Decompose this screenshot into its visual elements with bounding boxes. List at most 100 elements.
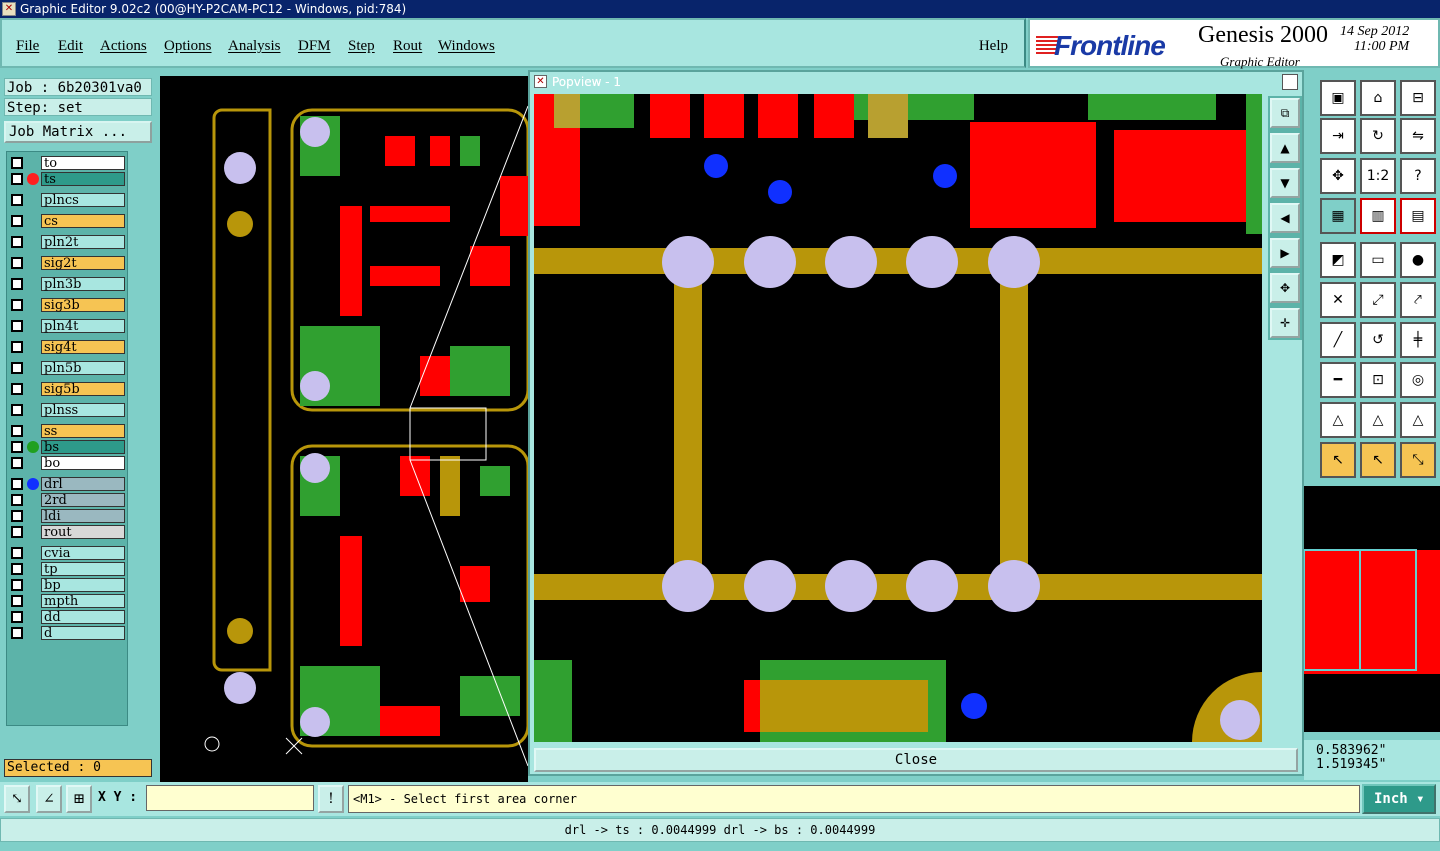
- layer-row[interactable]: pln2t: [9, 235, 127, 249]
- layer-checkbox[interactable]: [11, 547, 23, 559]
- layer-checkbox[interactable]: [11, 362, 23, 374]
- home-icon[interactable]: ⌂: [1360, 80, 1396, 116]
- alert-icon[interactable]: !: [318, 785, 344, 813]
- pan-up-icon[interactable]: ▲: [1270, 133, 1300, 163]
- layer-view-icon[interactable]: ▥: [1360, 198, 1396, 234]
- layer-checkbox[interactable]: [11, 526, 23, 538]
- snap-mode-icon[interactable]: ⤡: [4, 785, 30, 813]
- route-icon[interactable]: ⤤: [1400, 282, 1436, 318]
- pan-left-icon[interactable]: ◀: [1270, 203, 1300, 233]
- grid-icon[interactable]: ▦: [1320, 198, 1356, 234]
- zoom-out-icon[interactable]: ✛: [1270, 308, 1300, 338]
- layer-row[interactable]: pln5b: [9, 361, 127, 375]
- layer-checkbox[interactable]: [11, 215, 23, 227]
- grid-snap-icon[interactable]: ⊞: [66, 785, 92, 813]
- zoom-window-icon[interactable]: ⧉: [1270, 98, 1300, 128]
- layer-row[interactable]: mpth: [9, 594, 127, 608]
- layer-checkbox[interactable]: [11, 425, 23, 437]
- layer-checkbox[interactable]: [11, 157, 23, 169]
- layer-checkbox[interactable]: [11, 579, 23, 591]
- layer-row[interactable]: tp: [9, 562, 127, 576]
- layer-row[interactable]: plncs: [9, 193, 127, 207]
- zoom-in-icon[interactable]: ✥: [1270, 273, 1300, 303]
- minimap[interactable]: [1303, 486, 1440, 732]
- layer-row[interactable]: drl: [9, 477, 127, 491]
- layer-row[interactable]: ss: [9, 424, 127, 438]
- menu-step[interactable]: Step: [348, 38, 375, 55]
- pan-right-icon[interactable]: ▶: [1270, 238, 1300, 268]
- line-icon[interactable]: ╱: [1320, 322, 1356, 358]
- layer-row[interactable]: cs: [9, 214, 127, 228]
- layer-row[interactable]: 2rd: [9, 493, 127, 507]
- layer-row[interactable]: pln3b: [9, 277, 127, 291]
- layer-row[interactable]: bo: [9, 456, 127, 470]
- trace-icon[interactable]: ━: [1320, 362, 1356, 398]
- popview-close-icon[interactable]: ✕: [1282, 74, 1298, 90]
- graphic-canvas[interactable]: [160, 76, 530, 782]
- delete-icon[interactable]: ✕: [1320, 282, 1356, 318]
- layer-checkbox[interactable]: [11, 341, 23, 353]
- unit-selector[interactable]: Inch ▾: [1362, 784, 1436, 814]
- layer-checkbox[interactable]: [11, 299, 23, 311]
- layer-row[interactable]: pln4t: [9, 319, 127, 333]
- rotate-icon[interactable]: ↻: [1360, 118, 1396, 154]
- net-view-icon[interactable]: ▤: [1400, 198, 1436, 234]
- layer-row[interactable]: d: [9, 626, 127, 640]
- layer-checkbox[interactable]: [11, 404, 23, 416]
- angle-mode-icon[interactable]: ∠: [36, 785, 62, 813]
- layer-row[interactable]: cvia: [9, 546, 127, 560]
- menu-actions[interactable]: Actions: [100, 38, 147, 55]
- connect-icon[interactable]: ⤢: [1360, 282, 1396, 318]
- layer-checkbox[interactable]: [11, 457, 23, 469]
- layer-checkbox[interactable]: [11, 320, 23, 332]
- save-icon[interactable]: ▣: [1320, 80, 1356, 116]
- job-matrix-button[interactable]: Job Matrix ...: [4, 121, 152, 143]
- menu-windows[interactable]: Windows: [438, 38, 495, 55]
- menu-analysis[interactable]: Analysis: [228, 38, 281, 55]
- arc-icon[interactable]: ↺: [1360, 322, 1396, 358]
- layer-row[interactable]: dd: [9, 610, 127, 624]
- layer-row[interactable]: sig3b: [9, 298, 127, 312]
- mirror-icon[interactable]: ⇋: [1400, 118, 1436, 154]
- layer-checkbox[interactable]: [11, 236, 23, 248]
- snap-icon[interactable]: ⤡: [1400, 442, 1436, 478]
- layer-checkbox[interactable]: [11, 595, 23, 607]
- component-icon[interactable]: ⊡: [1360, 362, 1396, 398]
- layer-checkbox[interactable]: [11, 494, 23, 506]
- layer-row[interactable]: rout: [9, 525, 127, 539]
- menu-help[interactable]: Help: [979, 38, 1008, 55]
- menu-edit[interactable]: Edit: [58, 38, 83, 55]
- ruler-icon[interactable]: ▭: [1360, 242, 1396, 278]
- xy-input[interactable]: [146, 785, 314, 811]
- menu-options[interactable]: Options: [164, 38, 212, 55]
- select-icon[interactable]: ↖: [1320, 442, 1356, 478]
- shapes-icon[interactable]: ◎: [1400, 362, 1436, 398]
- pad-icon[interactable]: ●: [1400, 242, 1436, 278]
- layer-checkbox[interactable]: [11, 627, 23, 639]
- scale-icon[interactable]: 1:2: [1360, 158, 1396, 194]
- layer-row[interactable]: bs: [9, 440, 127, 454]
- layer-row[interactable]: sig2t: [9, 256, 127, 270]
- dim-icon-c[interactable]: △: [1400, 402, 1436, 438]
- layer-checkbox[interactable]: [11, 383, 23, 395]
- pointer-icon[interactable]: ↖: [1360, 442, 1396, 478]
- menu-dfm[interactable]: DFM: [298, 38, 331, 55]
- layer-checkbox[interactable]: [11, 194, 23, 206]
- layer-checkbox[interactable]: [11, 257, 23, 269]
- layer-row[interactable]: sig5b: [9, 382, 127, 396]
- layer-row[interactable]: plnss: [9, 403, 127, 417]
- layer-row[interactable]: ldi: [9, 509, 127, 523]
- pan-down-icon[interactable]: ▼: [1270, 168, 1300, 198]
- dim-icon-b[interactable]: △: [1360, 402, 1396, 438]
- dim-icon-a[interactable]: △: [1320, 402, 1356, 438]
- measure-icon[interactable]: ◩: [1320, 242, 1356, 278]
- layer-checkbox[interactable]: [11, 441, 23, 453]
- layer-checkbox[interactable]: [11, 611, 23, 623]
- text-tool-icon[interactable]: ╪: [1400, 322, 1436, 358]
- window-icon[interactable]: ⊟: [1400, 80, 1436, 116]
- layer-row[interactable]: ts: [9, 172, 127, 186]
- layer-row[interactable]: sig4t: [9, 340, 127, 354]
- menu-rout[interactable]: Rout: [393, 38, 422, 55]
- popview-close-button[interactable]: Close: [534, 748, 1298, 772]
- fit-icon[interactable]: ✥: [1320, 158, 1356, 194]
